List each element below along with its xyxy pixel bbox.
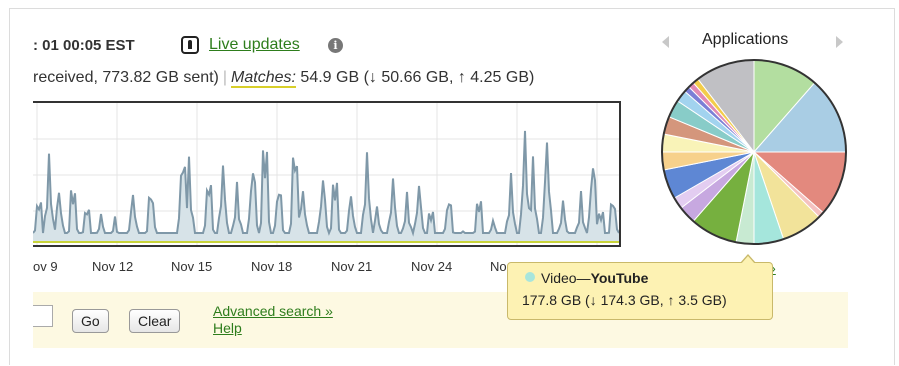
date-range-text: : 01 00:05 EST bbox=[33, 37, 135, 54]
live-updates-link[interactable]: Live updates bbox=[209, 36, 300, 54]
traffic-chart-plot bbox=[32, 103, 620, 245]
info-icon[interactable]: i bbox=[328, 38, 343, 53]
traffic-chart[interactable] bbox=[32, 101, 621, 247]
separator: | bbox=[222, 69, 228, 86]
applications-title: Applications bbox=[702, 31, 789, 48]
search-input[interactable] bbox=[33, 305, 53, 327]
x-axis-label: ov 9 bbox=[33, 259, 58, 274]
x-axis-label: Nov 21 bbox=[331, 259, 373, 274]
pie-tooltip: Video—YouTube 177.8 GB (↓ 174.3 GB, ↑ 3.… bbox=[507, 254, 773, 320]
x-axis-label: Nov 15 bbox=[171, 259, 213, 274]
prev-chart-arrow-icon[interactable] bbox=[662, 36, 669, 48]
lock-icon[interactable] bbox=[181, 36, 199, 54]
help-link[interactable]: Help bbox=[213, 320, 242, 336]
go-button[interactable]: Go bbox=[72, 309, 109, 333]
matches-value: 54.9 GB (↓ 50.66 GB, ↑ 4.25 GB) bbox=[300, 69, 535, 86]
applications-pie-chart[interactable] bbox=[659, 57, 849, 247]
x-axis-label: Nov 24 bbox=[411, 259, 453, 274]
tooltip-detail: 177.8 GB (↓ 174.3 GB, ↑ 3.5 GB) bbox=[522, 292, 727, 308]
advanced-search-link[interactable]: Advanced search » bbox=[213, 303, 333, 319]
matches-label: Matches: bbox=[231, 69, 296, 88]
tooltip-app: YouTube bbox=[590, 270, 649, 286]
traffic-stats: received, 773.82 GB sent) | Matches: 54.9 … bbox=[33, 69, 535, 88]
x-axis-label: No bbox=[490, 259, 507, 274]
series-color-dot bbox=[525, 272, 535, 282]
received-sent-text: received, 773.82 GB sent) bbox=[33, 69, 219, 86]
x-axis-label: Nov 18 bbox=[251, 259, 293, 274]
clear-button[interactable]: Clear bbox=[129, 309, 181, 333]
x-axis-label: Nov 12 bbox=[92, 259, 134, 274]
next-chart-arrow-icon[interactable] bbox=[836, 36, 843, 48]
tooltip-category: Video— bbox=[541, 270, 591, 286]
